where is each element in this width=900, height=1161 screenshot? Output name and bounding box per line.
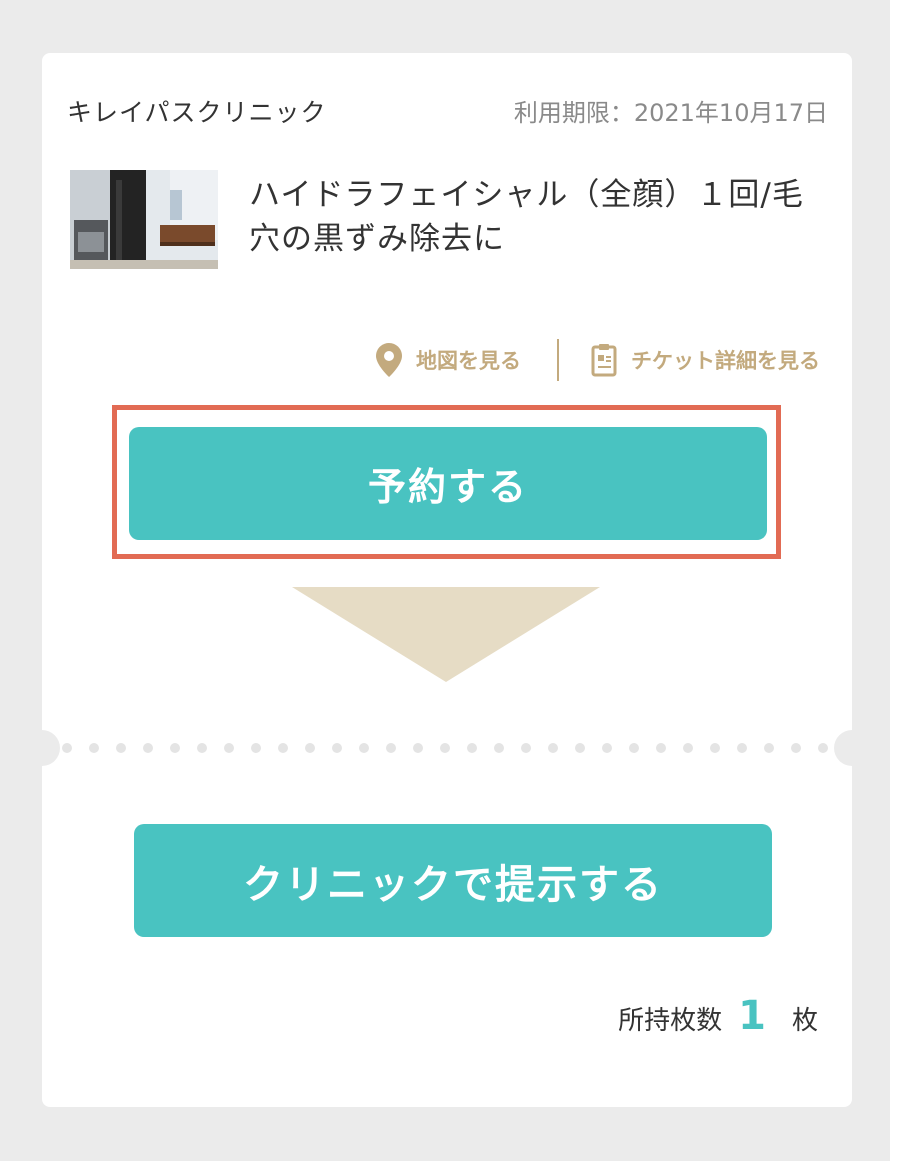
clinic-thumbnail[interactable]	[70, 170, 218, 269]
down-arrow-icon	[292, 587, 600, 682]
clinic-name: キレイパスクリニック	[67, 98, 327, 127]
view-map-label: 地図を見る	[416, 349, 521, 373]
present-at-clinic-button[interactable]: クリニックで提示する	[134, 824, 772, 937]
ticket-card: キレイパスクリニック 利用期限：2021年10月17日 ハイドラフェイシャル（全…	[42, 53, 852, 1107]
ticket-count-label: 所持枚数	[618, 1006, 723, 1036]
clipboard-icon	[591, 344, 617, 377]
view-map-link[interactable]: 地図を見る	[376, 343, 521, 377]
ticket-perforation	[42, 730, 852, 766]
ticket-count: 所持枚数 1 枚	[618, 993, 818, 1039]
product-title: ハイドラフェイシャル（全顔）１回/毛穴の黒ずみ除去に	[249, 177, 804, 257]
ticket-detail-link[interactable]: チケット詳細を見る	[591, 343, 820, 377]
ticket-count-unit: 枚	[791, 1006, 818, 1036]
ticket-detail-label: チケット詳細を見る	[631, 349, 820, 373]
reserve-button[interactable]: 予約する	[129, 427, 767, 540]
clinic-room-photo	[70, 170, 218, 269]
ticket-count-value: 1	[738, 993, 766, 1039]
map-pin-icon	[376, 343, 402, 377]
links-divider	[557, 339, 559, 381]
ticket-links: 地図を見る チケット詳細を見る	[376, 339, 820, 381]
expiry-date: 利用期限：2021年10月17日	[513, 99, 828, 127]
